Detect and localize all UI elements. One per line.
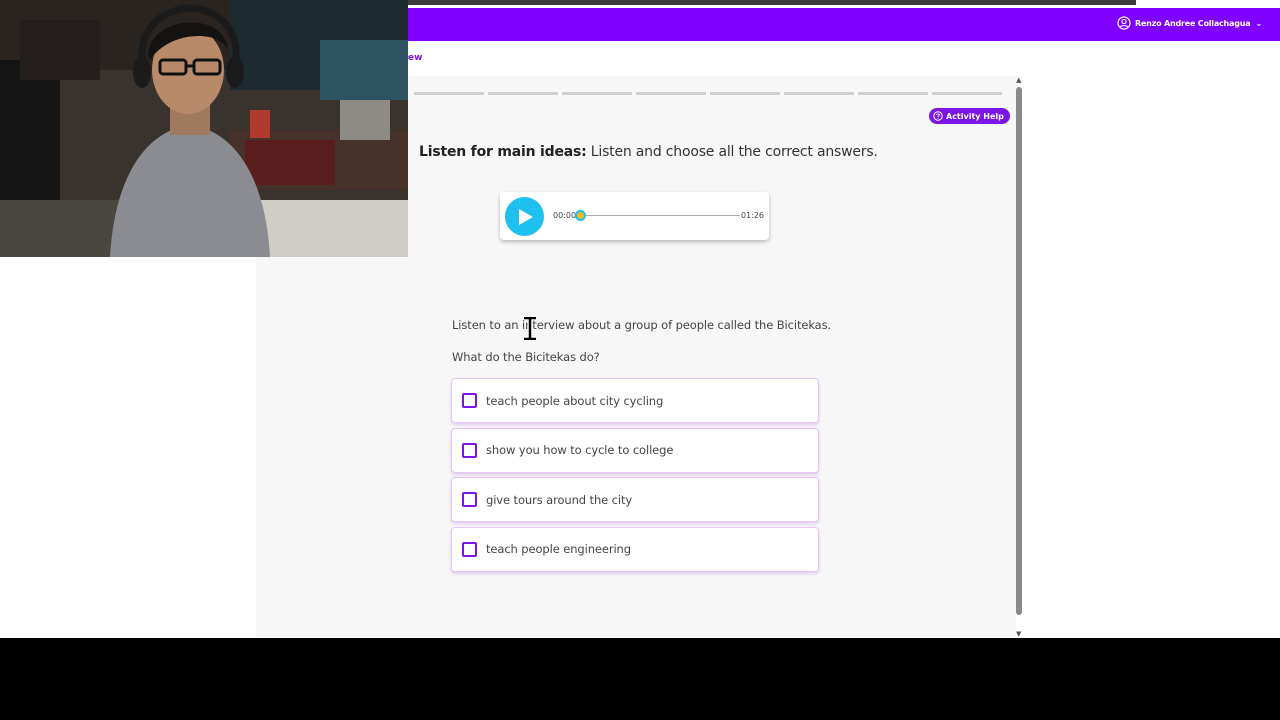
activity-help-button[interactable]: Activity Help bbox=[929, 108, 1010, 124]
activity-help-label: Activity Help bbox=[946, 111, 1004, 121]
answer-option-label: teach people about city cycling bbox=[486, 393, 664, 408]
progress-segment bbox=[414, 92, 484, 95]
progress-segment bbox=[488, 92, 558, 95]
task-intro: Listen to an interview about a group of … bbox=[452, 318, 832, 332]
tab-strip-bar bbox=[408, 0, 1136, 5]
checkbox[interactable] bbox=[462, 492, 477, 507]
activity-progress bbox=[414, 92, 1002, 95]
play-icon bbox=[519, 208, 533, 225]
webcam-overlay bbox=[0, 0, 408, 257]
text-cursor-icon bbox=[524, 317, 536, 340]
instruction-text: Listen and choose all the correct answer… bbox=[586, 144, 878, 160]
activity-instruction: Listen for main ideas: Listen and choose… bbox=[419, 144, 878, 160]
scrollbar[interactable]: ▲ ▼ bbox=[1014, 76, 1024, 638]
instruction-heading: Listen for main ideas: bbox=[419, 144, 587, 160]
breadcrumb-link[interactable]: ew bbox=[408, 53, 422, 63]
task-question: What do the Bicitekas do? bbox=[452, 350, 600, 364]
answer-option[interactable]: give tours around the city bbox=[451, 477, 819, 522]
answer-option-label: teach people engineering bbox=[486, 542, 631, 556]
question-circle-icon bbox=[933, 111, 943, 121]
page: Renzo Andree Collachagua ⌄ ew Activity H… bbox=[0, 0, 1280, 638]
answer-option[interactable]: show you how to cycle to college bbox=[451, 427, 819, 473]
progress-segment bbox=[636, 92, 706, 95]
audio-player: 00:00 01:26 bbox=[500, 192, 769, 240]
answer-option-label: show you how to cycle to college bbox=[486, 443, 674, 457]
user-name: Renzo Andree Collachagua bbox=[1134, 18, 1251, 28]
user-circle-icon bbox=[1117, 16, 1131, 30]
checkbox[interactable] bbox=[462, 393, 477, 408]
audio-seek-handle[interactable] bbox=[575, 210, 586, 221]
answer-option[interactable]: teach people engineering bbox=[451, 526, 819, 572]
audio-current-time: 00:00 bbox=[553, 211, 577, 220]
checkbox[interactable] bbox=[462, 541, 477, 557]
progress-segment bbox=[858, 92, 928, 95]
progress-segment bbox=[784, 92, 854, 95]
answer-option-label: give tours around the city bbox=[486, 492, 633, 507]
scroll-up-icon[interactable]: ▲ bbox=[1016, 76, 1021, 84]
scroll-down-icon[interactable]: ▼ bbox=[1016, 630, 1021, 638]
progress-segment bbox=[710, 92, 780, 95]
checkbox[interactable] bbox=[462, 442, 477, 458]
audio-duration: 01:26 bbox=[740, 211, 764, 220]
scrollbar-thumb[interactable] bbox=[1016, 87, 1022, 615]
progress-segment bbox=[932, 92, 1002, 95]
browser-top-strip bbox=[408, 0, 1280, 8]
play-button[interactable] bbox=[505, 197, 544, 236]
user-menu[interactable]: Renzo Andree Collachagua ⌄ bbox=[1117, 16, 1262, 30]
audio-seek-track[interactable] bbox=[580, 215, 740, 216]
top-header: Renzo Andree Collachagua ⌄ bbox=[408, 8, 1280, 41]
progress-segment bbox=[562, 92, 632, 95]
answer-option[interactable]: teach people about city cycling bbox=[451, 378, 819, 423]
chevron-down-icon: ⌄ bbox=[1255, 18, 1262, 28]
answer-options: teach people about city cycling show you… bbox=[451, 378, 819, 576]
